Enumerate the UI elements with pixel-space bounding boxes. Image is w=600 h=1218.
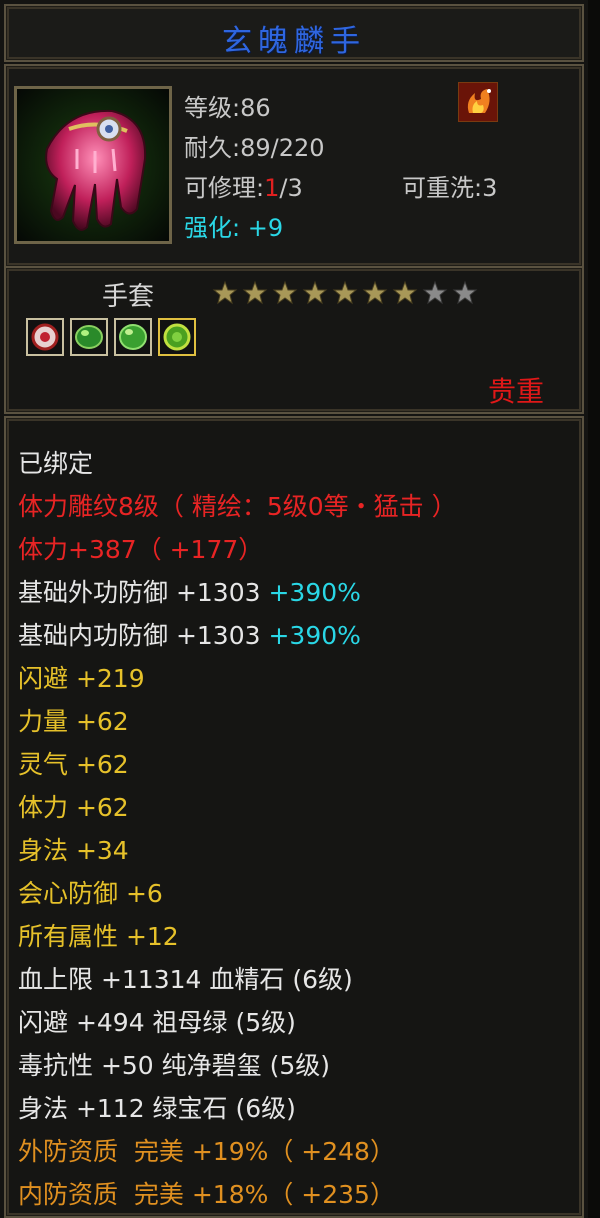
inner-quality-line: 内防资质 完美 +18%（ +235） (18, 1180, 395, 1209)
gem-slot-green-gem-icon[interactable] (158, 318, 196, 356)
agility-line: 身法 +34 (18, 836, 129, 865)
title-bar: 玄魄麟手 (4, 4, 584, 62)
all-attr-line: 所有属性 +12 (18, 922, 179, 951)
scrollbar[interactable] (588, 0, 600, 1218)
inner-def-base: 基础内功防御 +1303 (18, 621, 269, 650)
strength-line: 力量 +62 (18, 707, 129, 736)
gauntlet-icon (14, 86, 172, 244)
star-filled-icon (242, 280, 268, 305)
dodge-line: 闪避 +219 (18, 664, 145, 693)
repair-count: 可修理:1/3 (184, 168, 303, 203)
gem-bonus-line: 闪避 +494 祖母绿 (5级) (18, 1008, 296, 1037)
enhance-level: 强化: +9 (184, 208, 283, 243)
inner-def-line: 基础内功防御 +1303 +390% (18, 616, 361, 652)
gem-slots (26, 318, 196, 356)
engrave-line: 体力雕纹8级（ 精绘：5级0等・猛击 ） (18, 492, 457, 521)
flame-badge-icon (458, 82, 498, 122)
repair-total: /3 (279, 174, 303, 202)
outer-def-base: 基础外功防御 +1303 (18, 578, 269, 607)
rarity-label: 贵重 (488, 375, 545, 408)
gem-slot-tourmaline-icon[interactable] (114, 318, 152, 356)
repair-used: 1 (264, 174, 280, 202)
outer-def-pct: +390% (268, 578, 361, 607)
stamina-bonus-line: 体力+387（ +177） (18, 535, 264, 564)
bound-status: 已绑定 (18, 449, 94, 478)
reforge-count: 可重洗:3 (402, 174, 498, 202)
level-text: 等级:86 (184, 94, 271, 122)
inner-def-pct: +390% (268, 621, 361, 650)
durability-text: 耐久:89/220 (184, 134, 325, 162)
gem-slot-blood-stone-icon[interactable] (26, 318, 64, 356)
outer-quality-line: 外防资质 完美 +19%（ +248） (18, 1137, 395, 1166)
enhance-label: 强化: (184, 214, 241, 242)
item-name: 玄魄麟手 (222, 24, 366, 59)
star-filled-icon (272, 280, 298, 305)
item-type: 手套 (102, 282, 155, 312)
gem-bonus-line: 血上限 +11314 血精石 (6级) (18, 965, 353, 994)
outer-def-line: 基础外功防御 +1303 +390% (18, 573, 361, 609)
star-filled-icon (302, 280, 328, 305)
crit-def-line: 会心防御 +6 (18, 879, 163, 908)
star-filled-icon (362, 280, 388, 305)
gem-bonus-line: 身法 +112 绿宝石 (6级) (18, 1094, 296, 1123)
gem-bonus-line: 毒抗性 +50 纯净碧玺 (5级) (18, 1051, 331, 1080)
enhance-value: +9 (247, 214, 284, 242)
stamina-line: 体力 +62 (18, 793, 129, 822)
star-filled-icon (332, 280, 358, 305)
star-rating (212, 280, 478, 306)
star-filled-icon (392, 280, 418, 305)
star-empty-icon (422, 280, 448, 305)
item-tooltip: 玄魄麟手 等级:86 耐久:89/220 可修理:1/3 可重洗:3 强化: +… (0, 0, 600, 1218)
star-filled-icon (212, 280, 238, 305)
gem-slot-emerald-icon[interactable] (70, 318, 108, 356)
star-empty-icon (452, 280, 478, 305)
spirit-line: 灵气 +62 (18, 750, 129, 779)
repair-label: 可修理: (184, 174, 265, 202)
